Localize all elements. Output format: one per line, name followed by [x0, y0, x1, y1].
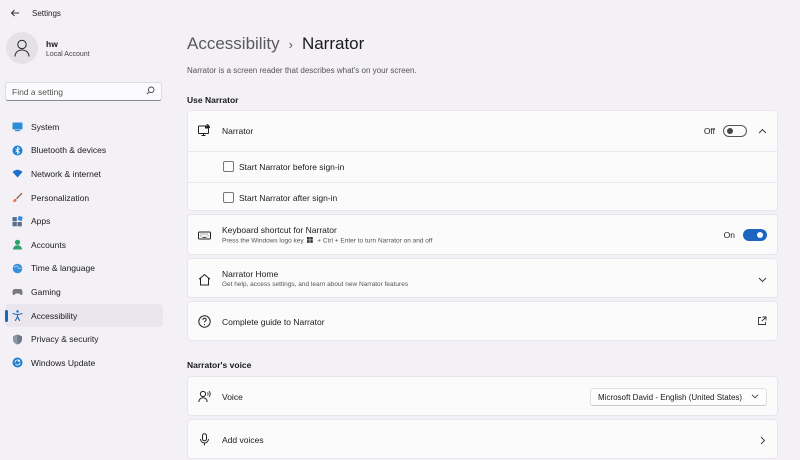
voice-select-value: Microsoft David - English (United States…	[598, 392, 743, 402]
keyboard-shortcut-card: Keyboard shortcut for Narrator Press the…	[187, 214, 778, 255]
globe-icon	[12, 263, 23, 274]
keyboard-shortcut-toggle[interactable]	[743, 229, 767, 241]
keyboard-icon	[198, 229, 211, 242]
search-box[interactable]	[5, 82, 162, 101]
sidebar-item-privacy-security[interactable]: Privacy & security	[5, 327, 163, 351]
add-voices-label: Add voices	[222, 435, 264, 445]
chevron-right-icon[interactable]	[757, 435, 767, 445]
sidebar-item-accounts[interactable]: Accounts	[5, 233, 163, 257]
chevron-down-icon	[751, 392, 759, 402]
apps-icon	[12, 215, 23, 227]
search-input[interactable]	[12, 86, 146, 97]
section-use-narrator: Use Narrator	[187, 95, 239, 105]
keyboard-shortcut-toggle-state: On	[723, 230, 735, 240]
voice-label: Voice	[222, 392, 243, 402]
sidebar-item-label: System	[31, 121, 60, 132]
help-icon	[198, 315, 211, 328]
person-icon	[12, 239, 23, 250]
narrator-home-card[interactable]: Narrator Home Get help, access settings,…	[187, 258, 778, 298]
sidebar-item-accessibility[interactable]: Accessibility	[5, 303, 163, 328]
avatar	[6, 32, 38, 64]
sidebar-item-time-language[interactable]: Time & language	[5, 257, 163, 281]
sidebar-item-label: Privacy & security	[31, 334, 99, 345]
open-external-icon[interactable]	[757, 316, 767, 328]
back-arrow-icon[interactable]	[6, 4, 24, 22]
keyboard-shortcut-description: Press the Windows logo key + Ctrl + Ente…	[222, 237, 432, 245]
person-icon	[14, 39, 30, 57]
profile-account-type: Local Account	[46, 50, 90, 58]
shield-icon	[12, 334, 23, 345]
narrator-toggle[interactable]	[723, 125, 747, 137]
keyboard-shortcut-description-suffix: + Ctrl + Enter to turn Narrator on and o…	[317, 237, 433, 245]
microphone-icon	[198, 433, 211, 446]
page-title: Narrator	[301, 34, 365, 53]
sidebar-item-network[interactable]: Network & internet	[5, 162, 163, 186]
home-icon	[198, 273, 211, 286]
profile-name: hw	[46, 38, 58, 49]
sidebar-item-label: Windows Update	[31, 357, 96, 368]
gamepad-icon	[12, 286, 23, 297]
sidebar-item-label: Time & language	[31, 263, 95, 274]
bluetooth-icon	[12, 145, 23, 156]
breadcrumb-separator: ›	[288, 36, 293, 52]
sidebar-item-system[interactable]: System	[5, 115, 163, 139]
chevron-down-icon[interactable]	[757, 274, 767, 284]
sidebar-item-label: Gaming	[31, 286, 61, 297]
narrator-home-label: Narrator Home	[222, 269, 279, 279]
start-before-signin-checkbox[interactable]	[223, 161, 234, 172]
system-icon	[12, 121, 23, 132]
sidebar-item-windows-update[interactable]: Windows Update	[5, 351, 163, 375]
sidebar-item-personalization[interactable]: Personalization	[5, 186, 163, 210]
windows-logo-icon	[307, 237, 314, 243]
sidebar-item-label: Accessibility	[31, 310, 78, 321]
sidebar-item-label: Accounts	[31, 239, 66, 250]
keyboard-shortcut-description-prefix: Press the Windows logo key	[222, 237, 304, 245]
narrator-icon	[198, 124, 211, 137]
voice-card: Voice Microsoft David - English (United …	[187, 376, 778, 416]
start-after-signin-label: Start Narrator after sign-in	[239, 193, 338, 203]
start-after-signin-checkbox[interactable]	[223, 192, 234, 203]
title-bar: Settings	[0, 0, 800, 26]
sidebar-item-label: Network & internet	[31, 168, 101, 179]
sidebar-item-bluetooth[interactable]: Bluetooth & devices	[5, 139, 163, 163]
window-title: Settings	[32, 8, 61, 18]
chevron-up-icon[interactable]	[757, 126, 767, 136]
voice-select[interactable]: Microsoft David - English (United States…	[590, 388, 767, 406]
sidebar-item-label: Apps	[31, 216, 51, 227]
accessibility-icon	[12, 310, 23, 322]
sidebar-item-label: Personalization	[31, 192, 90, 203]
narrator-card: Narrator Off Start Narrator before sign-…	[187, 110, 778, 211]
user-profile[interactable]: hw Local Account	[6, 32, 90, 64]
page-description: Narrator is a screen reader that describ…	[187, 66, 417, 75]
sidebar-item-apps[interactable]: Apps	[5, 209, 163, 233]
breadcrumb: Accessibility › Narrator	[187, 34, 364, 54]
sidebar: hw Local Account System Bluetooth & devi…	[0, 26, 170, 460]
breadcrumb-parent[interactable]: Accessibility	[187, 34, 280, 54]
keyboard-shortcut-label: Keyboard shortcut for Narrator	[222, 225, 337, 235]
guide-card[interactable]: Complete guide to Narrator	[187, 301, 778, 341]
sidebar-item-gaming[interactable]: Gaming	[5, 280, 163, 304]
start-before-signin-label: Start Narrator before sign-in	[239, 162, 345, 172]
sidebar-nav: System Bluetooth & devices Network & int…	[5, 115, 163, 375]
narrator-row[interactable]: Narrator Off	[188, 111, 777, 151]
section-narrators-voice: Narrator's voice	[187, 360, 252, 370]
search-icon[interactable]	[146, 86, 155, 97]
add-voices-card[interactable]: Add voices	[187, 419, 778, 459]
voice-icon	[198, 390, 211, 403]
narrator-home-description: Get help, access settings, and learn abo…	[222, 281, 409, 288]
update-icon	[12, 357, 23, 368]
guide-label: Complete guide to Narrator	[222, 317, 325, 327]
narrator-label: Narrator	[222, 126, 254, 136]
narrator-option-row[interactable]: Start Narrator before sign-in	[188, 152, 777, 182]
wifi-icon	[12, 168, 23, 179]
narrator-toggle-state: Off	[703, 126, 715, 136]
brush-icon	[12, 192, 23, 203]
sidebar-item-label: Bluetooth & devices	[31, 145, 107, 156]
narrator-option-row[interactable]: Start Narrator after sign-in	[188, 183, 777, 212]
